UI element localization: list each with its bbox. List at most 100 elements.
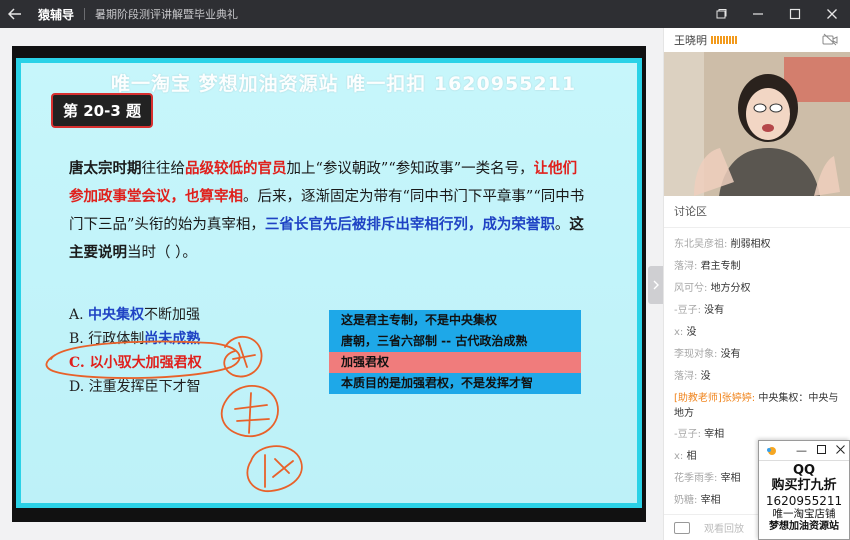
option-highlight: 中央集权	[88, 307, 145, 323]
maximize-button[interactable]	[776, 0, 813, 28]
close-icon	[826, 9, 837, 19]
chat-text: 宰相	[720, 473, 741, 484]
chat-text: 没	[700, 371, 711, 382]
teacher-row: 王晓明	[664, 28, 850, 52]
option-label: A.	[69, 307, 89, 323]
note-4: 本质目的是加强君权，不是发挥才智	[329, 373, 581, 394]
chat-text: 宰相	[700, 495, 721, 506]
chat-sender: 东北吴彦祖:	[674, 239, 728, 250]
ad-number: 1620955211	[765, 494, 843, 508]
chat-sender: -豆子:	[674, 429, 701, 440]
ad-qq-label: QQ	[792, 463, 816, 478]
window-controls	[702, 0, 850, 28]
app-name: 猿辅导	[38, 7, 75, 22]
note-1: 这是君主专制，不是中央集权	[329, 310, 581, 331]
ad-shop: 唯一淘宝店铺	[772, 508, 836, 520]
floating-ad-window: — QQ 购买打九折 1620955211 唯一淘宝店铺 梦想加油资源站	[758, 440, 850, 540]
chat-text: 没有	[704, 305, 725, 316]
question-segment: 往往给	[141, 161, 186, 177]
question-segment: 当时（ ）。	[127, 245, 197, 261]
chat-sender: 落浔:	[674, 261, 698, 272]
chat-text: 宰相	[704, 429, 725, 440]
tab-discussion[interactable]: 讨论区	[664, 196, 850, 228]
back-button[interactable]	[0, 0, 30, 28]
watermark-text: 唯一淘宝 梦想加油资源站 唯一扣扣 1620955211	[111, 73, 577, 95]
option-b: B. 行政体制尚未成熟	[69, 327, 202, 351]
chat-text: 地方分权	[710, 283, 751, 294]
replay-placeholder: 观看回放	[704, 524, 744, 535]
note-2: 唐朝，三省六部制 -- 古代政治成熟	[329, 331, 581, 352]
ad-maximize-button[interactable]	[817, 444, 826, 457]
chat-message: 李现对象: 没有	[674, 344, 840, 366]
chat-message: -豆子: 没有	[674, 300, 840, 322]
chat-message: x: 没	[674, 322, 840, 344]
ad-logo-icon	[767, 447, 776, 455]
teacher-name: 王晓明	[674, 34, 707, 47]
panel-toggle-handle[interactable]	[648, 266, 663, 304]
close-icon	[836, 445, 845, 454]
app-window: 猿辅导 暑期阶段测评讲解暨毕业典礼 唯一淘宝 梦想加油资源站 唯一扣扣 1620…	[0, 0, 850, 540]
slide: 唯一淘宝 梦想加油资源站 唯一扣扣 1620955211 第 20-3 题 唐太…	[16, 58, 642, 508]
chat-message: 落浔: 没	[674, 366, 840, 388]
ad-content: QQ 购买打九折 1620955211 唯一淘宝店铺 梦想加油资源站	[759, 463, 849, 533]
maximize-icon	[817, 445, 826, 454]
teacher-video-image	[664, 52, 850, 196]
chat-message-assistant: [助教老师]张婷婷: 中央集权：中央与地方	[674, 388, 840, 424]
handwriting-annotations	[45, 336, 303, 492]
question-highlight: 品级较低的官员	[185, 160, 287, 177]
chat-text: 相	[686, 451, 697, 462]
option-d: D. 注重发挥臣下才智	[69, 379, 201, 395]
camera-off-icon[interactable]	[822, 33, 838, 46]
maximize-icon	[789, 8, 800, 20]
slide-bottom-bar	[12, 512, 646, 522]
chat-sender: 落浔:	[674, 371, 698, 382]
chat-sender: x:	[674, 451, 684, 462]
chat-text: 没有	[720, 349, 741, 360]
restore-icon	[716, 9, 726, 19]
ad-minimize-button[interactable]: —	[796, 444, 807, 457]
playback-icon	[674, 521, 690, 534]
note-3: 加强君权	[329, 352, 581, 373]
arrow-left-icon	[8, 8, 21, 20]
chat-sender: 奶糖:	[674, 495, 698, 506]
ad-site: 梦想加油资源站	[769, 521, 839, 532]
ad-window-bar: —	[759, 441, 849, 461]
option-c: C. 以小驭大加强君权	[69, 355, 202, 371]
ink-character-3	[246, 445, 303, 492]
title-divider	[84, 8, 86, 20]
minimize-icon	[752, 13, 763, 15]
question-segment: 。	[554, 217, 570, 233]
close-button[interactable]	[813, 0, 850, 28]
teacher-video	[664, 52, 850, 196]
chat-text: 削弱相权	[730, 239, 771, 250]
chat-message: 落浔: 君主专制	[674, 256, 840, 278]
question-number-badge: 第 20-3 题	[51, 93, 153, 128]
question-highlight: 三省长官先后被排斥出宰相行列，成为荣誉职	[264, 216, 555, 233]
restore-button[interactable]	[702, 0, 739, 28]
chat-message: 风可兮: 地方分权	[674, 278, 840, 300]
option-a: A. 中央集权不断加强	[69, 303, 202, 327]
ink-character-2	[220, 384, 279, 438]
minimize-button[interactable]	[739, 0, 776, 28]
chat-sender: x:	[674, 327, 684, 338]
volume-meter-icon	[711, 36, 737, 44]
chat-message: 东北吴彦祖: 削弱相权	[674, 234, 840, 256]
question-segment: 唐太宗时期	[69, 160, 142, 177]
chat-text: 没	[686, 327, 697, 338]
option-text: 不断加强	[144, 307, 201, 323]
option-text: B. 行政体制	[69, 331, 145, 347]
course-title: 暑期阶段测评讲解暨毕业典礼	[95, 8, 239, 21]
title-bar: 猿辅导 暑期阶段测评讲解暨毕业典礼	[0, 0, 850, 28]
chat-sender: [助教老师]张婷婷:	[674, 393, 756, 404]
chat-text: 君主专制	[700, 261, 741, 272]
slide-frame: 唯一淘宝 梦想加油资源站 唯一扣扣 1620955211 第 20-3 题 唐太…	[12, 46, 646, 522]
answer-options: A. 中央集权不断加强 B. 行政体制尚未成熟 C. 以小驭大加强君权 D. 注…	[69, 303, 202, 399]
lecture-area: 唯一淘宝 梦想加油资源站 唯一扣扣 1620955211 第 20-3 题 唐太…	[0, 28, 663, 540]
ink-character-1	[223, 336, 263, 378]
question-segment: 加上“参议朝政”“参知政事”一类名号，	[286, 161, 534, 177]
chat-sender: -豆子:	[674, 305, 701, 316]
chat-sender: 风可兮:	[674, 283, 708, 294]
teacher-notes: 这是君主专制，不是中央集权 唐朝，三省六部制 -- 古代政治成熟 加强君权 本质…	[329, 310, 581, 394]
option-highlight: 尚未成熟	[144, 331, 201, 347]
ad-close-button[interactable]	[836, 444, 845, 457]
